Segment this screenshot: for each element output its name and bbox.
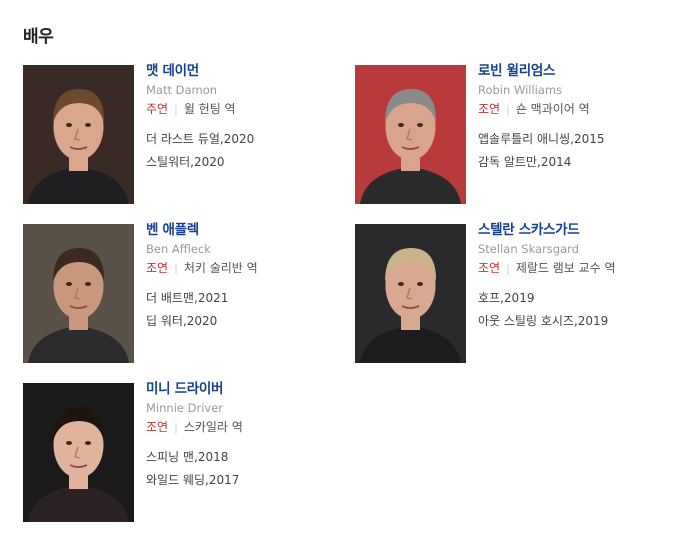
filmography-item: 호프,2019: [478, 291, 535, 305]
role-badge: 조연: [478, 102, 501, 116]
role-badge: 주연: [146, 102, 169, 116]
work-title-link[interactable]: 더 배트맨: [146, 291, 194, 305]
work-year: 2017: [208, 473, 240, 487]
actor-name-link[interactable]: 스텔란 스카스가드: [478, 222, 683, 239]
character-name: 윌 헌팅 역: [183, 102, 236, 116]
actor-info: 미니 드라이버 Minnie Driver 조연 | 스카일라 역 스피닝 맨,20…: [146, 381, 351, 496]
filmography-item: 아웃 스틸링 호시즈,2019: [478, 314, 609, 328]
work-title-link[interactable]: 호프: [478, 291, 500, 305]
actor-card: 벤 애플렉 Ben Affleck 조연 | 처키 술리반 역 더 배트맨,2021…: [23, 222, 353, 364]
divider: |: [174, 103, 178, 116]
work-year: 2020: [223, 132, 255, 146]
work-year: 2020: [186, 314, 218, 328]
character-name: 숀 맥과이어 역: [515, 102, 590, 116]
actor-photo[interactable]: [23, 224, 134, 363]
divider: |: [174, 421, 178, 434]
filmography-list: 호프,2019 아웃 스틸링 호시즈,2019: [478, 291, 683, 329]
actor-card: 로빈 윌리엄스 Robin Williams 조연 | 숀 맥과이어 역 앱솔루틀리…: [355, 63, 685, 205]
actor-name-english: Ben Affleck: [146, 242, 211, 256]
work-year: 2019: [577, 314, 609, 328]
role-line: 조연 | 스카일라 역: [146, 420, 351, 435]
filmography-item: 딥 워터,2020: [146, 314, 218, 328]
filmography-item: 스틸워터,2020: [146, 155, 225, 169]
actor-card: 맷 데이먼 Matt Damon 주연 | 윌 헌팅 역 더 라스트 듀얼,2020…: [23, 63, 353, 205]
filmography-item: 앱솔루틀리 애니씽,2015: [478, 132, 605, 146]
actor-card: 스텔란 스카스가드 Stellan Skarsgard 조연 | 제랄드 램보 교수…: [355, 222, 685, 364]
actor-photo[interactable]: [355, 224, 466, 363]
work-title-link[interactable]: 딥 워터: [146, 314, 183, 328]
filmography-list: 앱솔루틀리 애니씽,2015 감독 알트만,2014: [478, 132, 683, 170]
actor-name-link[interactable]: 벤 애플렉: [146, 222, 351, 239]
actor-photo[interactable]: [355, 65, 466, 204]
role-line: 조연 | 처키 술리반 역: [146, 261, 351, 276]
character-name: 처키 술리반 역: [183, 261, 258, 275]
work-year: 2021: [197, 291, 229, 305]
actor-name-english: Matt Damon: [146, 83, 218, 97]
divider: |: [174, 262, 178, 275]
divider: |: [506, 103, 510, 116]
character-name: 스카일라 역: [183, 420, 243, 434]
role-line: 조연 | 제랄드 램보 교수 역: [478, 261, 683, 276]
divider: |: [506, 262, 510, 275]
actor-info: 맷 데이먼 Matt Damon 주연 | 윌 헌팅 역 더 라스트 듀얼,2020…: [146, 63, 351, 178]
work-year: 2018: [197, 450, 229, 464]
work-year: 2019: [503, 291, 535, 305]
actor-info: 스텔란 스카스가드 Stellan Skarsgard 조연 | 제랄드 램보 교수…: [478, 222, 683, 337]
work-title-link[interactable]: 앱솔루틀리 애니씽: [478, 132, 570, 146]
work-title-link[interactable]: 와일드 웨딩: [146, 473, 205, 487]
work-year: 2015: [573, 132, 605, 146]
filmography-item: 더 배트맨,2021: [146, 291, 229, 305]
actor-card: 미니 드라이버 Minnie Driver 조연 | 스카일라 역 스피닝 맨,20…: [23, 381, 353, 523]
role-line: 주연 | 윌 헌팅 역: [146, 102, 351, 117]
filmography-list: 더 라스트 듀얼,2020 스틸워터,2020: [146, 132, 351, 170]
actor-name-english: Robin Williams: [478, 83, 563, 97]
actor-name-english: Minnie Driver: [146, 401, 224, 415]
role-line: 조연 | 숀 맥과이어 역: [478, 102, 683, 117]
filmography-item: 스피닝 맨,2018: [146, 450, 229, 464]
work-title-link[interactable]: 아웃 스틸링 호시즈: [478, 314, 574, 328]
role-badge: 조연: [478, 261, 501, 275]
work-title-link[interactable]: 감독 알트만: [478, 155, 537, 169]
character-name: 제랄드 램보 교수 역: [515, 261, 616, 275]
filmography-list: 더 배트맨,2021 딥 워터,2020: [146, 291, 351, 329]
actor-name-link[interactable]: 로빈 윌리엄스: [478, 63, 683, 80]
work-title-link[interactable]: 스피닝 맨: [146, 450, 194, 464]
actor-info: 로빈 윌리엄스 Robin Williams 조연 | 숀 맥과이어 역 앱솔루틀리…: [478, 63, 683, 178]
actor-name-link[interactable]: 미니 드라이버: [146, 381, 351, 398]
work-title-link[interactable]: 더 라스트 듀얼: [146, 132, 220, 146]
role-badge: 조연: [146, 261, 169, 275]
actor-info: 벤 애플렉 Ben Affleck 조연 | 처키 술리반 역 더 배트맨,2021…: [146, 222, 351, 337]
work-year: 2014: [540, 155, 572, 169]
actor-name-english: Stellan Skarsgard: [478, 242, 579, 256]
filmography-item: 와일드 웨딩,2017: [146, 473, 240, 487]
actor-name-link[interactable]: 맷 데이먼: [146, 63, 351, 80]
work-year: 2020: [194, 155, 225, 169]
filmography-item: 더 라스트 듀얼,2020: [146, 132, 255, 146]
filmography-list: 스피닝 맨,2018 와일드 웨딩,2017: [146, 450, 351, 488]
role-badge: 조연: [146, 420, 169, 434]
actor-photo[interactable]: [23, 65, 134, 204]
actor-photo[interactable]: [23, 383, 134, 522]
section-title: 배우: [23, 27, 54, 47]
filmography-item: 감독 알트만,2014: [478, 155, 572, 169]
work-title-link[interactable]: 스틸워터: [146, 155, 190, 169]
